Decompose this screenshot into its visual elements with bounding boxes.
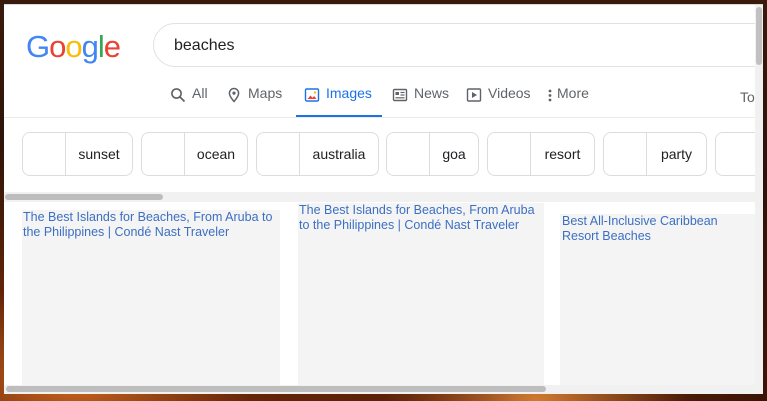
scrollbar-thumb[interactable] — [5, 194, 163, 200]
scrollbar-thumb[interactable] — [6, 386, 546, 392]
chip-label: resort — [544, 146, 581, 162]
chip-ocean[interactable]: ocean — [141, 132, 248, 176]
more-vert-icon — [546, 87, 554, 103]
google-logo[interactable]: Google — [26, 29, 121, 65]
tab-label: Maps — [248, 85, 283, 101]
logo-letter: g — [81, 29, 99, 64]
chip-label: ocean — [196, 146, 236, 162]
tab-videos[interactable]: Videos — [466, 85, 531, 117]
tab-label: More — [557, 85, 589, 101]
chip-goa[interactable]: goa — [386, 132, 479, 176]
tab-all[interactable]: All — [170, 85, 208, 117]
chip-thumbnail — [716, 133, 759, 175]
chip-thumbnail — [604, 133, 647, 175]
chip-thumbnail — [488, 133, 531, 175]
chip-resort[interactable]: resort — [487, 132, 595, 176]
vertical-scrollbar[interactable] — [755, 5, 763, 385]
chip-thumbnail — [387, 133, 430, 175]
browser-window: Google All Maps Images News — [4, 4, 763, 394]
search-box[interactable] — [153, 23, 763, 67]
search-icon — [170, 87, 186, 103]
tab-label: Videos — [488, 85, 531, 101]
map-pin-icon — [226, 87, 242, 103]
header-divider — [4, 117, 763, 118]
chip-label: australia — [312, 146, 366, 162]
tab-label: News — [414, 85, 450, 101]
image-result[interactable]: The Best Islands for Beaches, From Aruba… — [298, 203, 544, 385]
result-title[interactable]: Best All-Inclusive Caribbean Resort Beac… — [560, 214, 755, 244]
logo-letter: e — [103, 29, 121, 64]
scrollbar-thumb[interactable] — [756, 7, 762, 65]
news-icon — [392, 87, 408, 103]
chip-thumbnail — [142, 133, 185, 175]
logo-letter: o — [65, 29, 82, 64]
chip-australia[interactable]: australia — [256, 132, 379, 176]
tools-button[interactable]: To — [740, 89, 755, 105]
image-icon — [304, 87, 320, 103]
chip-sunset[interactable]: sunset — [22, 132, 133, 176]
chip-thumbnail — [23, 133, 66, 175]
tab-label: All — [192, 85, 208, 101]
logo-letter: o — [49, 29, 66, 64]
chip-party[interactable]: party — [603, 132, 707, 176]
play-icon — [466, 87, 482, 103]
chip-label: party — [660, 146, 693, 162]
chip-label: goa — [442, 146, 466, 162]
tab-label: Images — [326, 85, 372, 101]
image-result[interactable]: The Best Islands for Beaches, From Aruba… — [22, 210, 280, 385]
result-title[interactable]: The Best Islands for Beaches, From Aruba… — [298, 203, 544, 233]
search-input[interactable] — [172, 33, 736, 59]
result-title[interactable]: The Best Islands for Beaches, From Aruba… — [22, 210, 280, 240]
chip-label: sunset — [78, 146, 120, 162]
tab-images[interactable]: Images — [296, 85, 382, 118]
chip-thumbnail — [257, 133, 300, 175]
chips-scrollbar[interactable] — [4, 192, 763, 202]
tab-news[interactable]: News — [392, 85, 449, 117]
logo-letter: G — [26, 29, 50, 64]
tab-maps[interactable]: Maps — [226, 85, 282, 117]
horizontal-scrollbar[interactable] — [4, 385, 763, 394]
tab-more[interactable]: More — [546, 85, 589, 117]
image-result[interactable]: Best All-Inclusive Caribbean Resort Beac… — [560, 214, 755, 385]
